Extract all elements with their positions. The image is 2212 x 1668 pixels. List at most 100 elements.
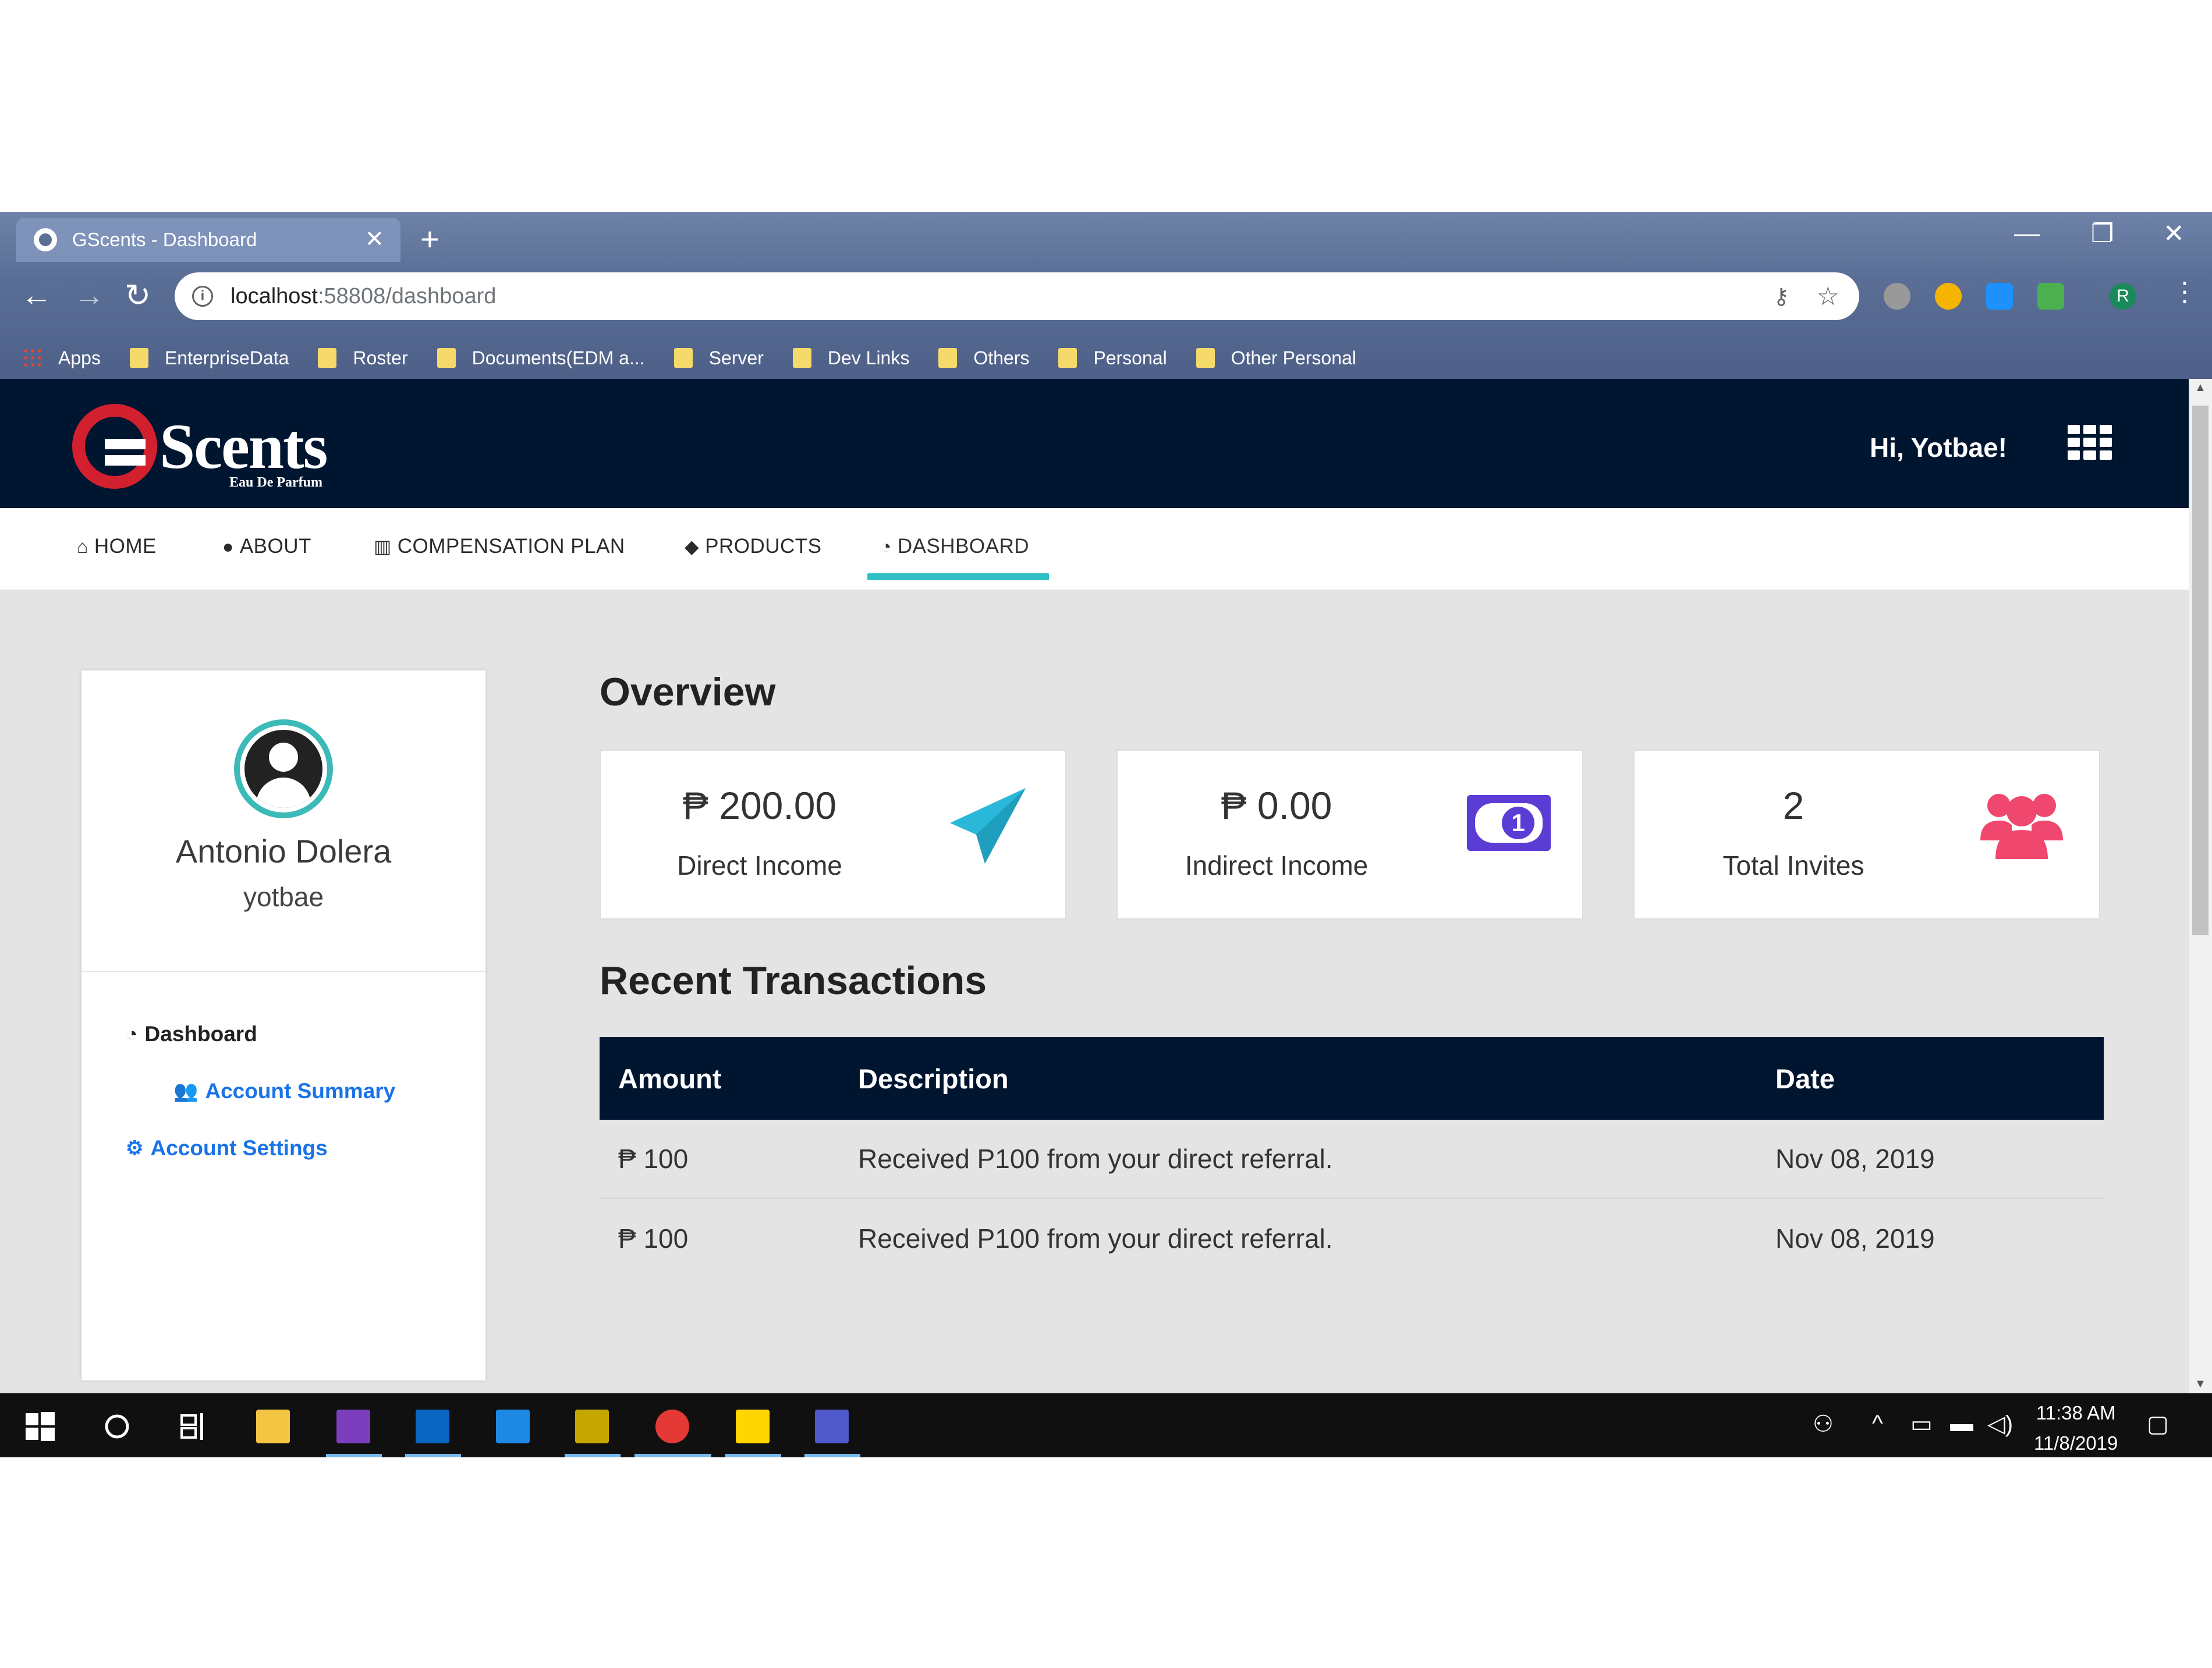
folder-icon	[673, 348, 693, 368]
running-indicator	[634, 1454, 711, 1457]
bookmark-folder[interactable]: Dev Links	[792, 347, 909, 369]
volume-icon[interactable]: ◁)	[1987, 1411, 2013, 1438]
tab-title: GScents - Dashboard	[72, 229, 257, 250]
battery-icon[interactable]: ▬	[1950, 1411, 1973, 1437]
bookmark-star-icon[interactable]: ☆	[1817, 282, 1839, 311]
teams-icon[interactable]	[815, 1410, 849, 1443]
nav-products[interactable]: ◆ PRODUCTS	[685, 535, 822, 558]
browser-tab[interactable]: GScents - Dashboard ✕	[16, 218, 400, 262]
bookmark-folder[interactable]: EnterpriseData	[129, 347, 289, 369]
user-greeting[interactable]: Hi, Yotbae!	[1870, 432, 2007, 463]
stat-value: 2	[1782, 784, 1805, 827]
nav-about[interactable]: ● ABOUT	[222, 535, 311, 558]
sidebar-item-dashboard[interactable]: ◔ Dashboard	[126, 1022, 257, 1046]
address-bar[interactable]: i localhost:58808/dashboard ⚷ ☆	[175, 272, 1859, 320]
show-hidden-icons-chevron-icon[interactable]: ^	[1872, 1411, 1883, 1437]
overview-title: Overview	[600, 670, 776, 714]
minimize-button[interactable]: —	[2014, 219, 2040, 248]
cell-amount: ₱ 100	[618, 1144, 689, 1174]
running-indicator	[804, 1454, 860, 1457]
browser-chrome: GScents - Dashboard ✕ + — ❐ ✕ ← → ↻ i lo…	[0, 212, 2212, 379]
forward-button[interactable]: →	[73, 277, 105, 313]
people-icon[interactable]: ⚇	[1813, 1411, 1834, 1438]
profile-divider	[81, 971, 485, 972]
table-row: ₱ 100 Received P100 from your direct ref…	[600, 1120, 2104, 1199]
dashboard-icon: ◔	[126, 1023, 138, 1045]
site-info-icon[interactable]: i	[192, 286, 213, 307]
reload-button[interactable]: ↻	[125, 277, 151, 314]
bookmark-apps[interactable]: Apps	[22, 347, 101, 369]
home-icon: ⌂	[77, 535, 88, 557]
vscode-icon[interactable]	[496, 1410, 530, 1443]
chrome-menu-icon[interactable]: ⋮	[2171, 276, 2198, 307]
column-header-amount[interactable]: Amount	[618, 1037, 722, 1120]
windows-start-icon[interactable]	[23, 1410, 57, 1443]
folder-icon	[318, 348, 337, 368]
nav-home[interactable]: ⌂ HOME	[77, 535, 157, 558]
sidebar-item-account-settings[interactable]: ⚙ Account Settings	[126, 1136, 328, 1160]
folder-icon	[1196, 348, 1215, 368]
restore-button[interactable]: ❐	[2091, 219, 2114, 249]
site-logo[interactable]: Scents Eau De Parfum	[72, 404, 340, 491]
close-window-button[interactable]: ✕	[2163, 219, 2185, 249]
stat-label: Total Invites	[1722, 850, 1864, 881]
nav-dashboard[interactable]: ◔ DASHBOARD	[880, 535, 1029, 558]
running-indicator	[725, 1454, 781, 1457]
extension-gear-icon[interactable]	[1884, 283, 1910, 310]
profile-avatar-icon	[234, 719, 333, 818]
profile-username: yotbae	[243, 882, 324, 912]
search-icon[interactable]	[100, 1410, 134, 1443]
bookmark-folder[interactable]: Server	[673, 347, 764, 369]
new-tab-button[interactable]: +	[420, 220, 439, 258]
network-icon[interactable]: ▭	[1910, 1411, 1933, 1438]
scroll-down-arrow-icon[interactable]: ▼	[2195, 1378, 2206, 1391]
gear-icon: ⚙	[126, 1137, 144, 1159]
stat-value: ₱ 200.00	[682, 784, 837, 827]
extension-face-icon[interactable]	[1935, 283, 1962, 310]
running-indicator	[405, 1454, 461, 1457]
url-path: :58808/dashboard	[317, 283, 497, 308]
task-view-icon[interactable]	[177, 1410, 211, 1443]
sql-tool-icon[interactable]	[575, 1410, 609, 1443]
users-icon	[1978, 782, 2065, 870]
system-clock[interactable]: 11:38 AM 11/8/2019	[2034, 1398, 2118, 1457]
bookmark-folder[interactable]: Other Personal	[1196, 347, 1356, 369]
cell-description: Received P100 from your direct referral.	[858, 1144, 1333, 1174]
bookmark-folder[interactable]: Roster	[318, 347, 408, 369]
profile-avatar[interactable]: R	[2110, 283, 2136, 310]
cell-date: Nov 08, 2019	[1775, 1223, 1935, 1254]
bookmark-folder[interactable]: Documents(EDM a...	[437, 347, 645, 369]
logo-text: Scents	[159, 411, 328, 482]
paper-plane-icon	[944, 782, 1031, 870]
visual-studio-icon[interactable]	[336, 1410, 370, 1443]
folder-icon	[792, 348, 811, 368]
active-nav-indicator	[867, 573, 1049, 580]
logo-subtitle: Eau De Parfum	[229, 475, 322, 490]
back-button[interactable]: ←	[21, 277, 52, 313]
extension-windows-icon[interactable]	[1986, 283, 2013, 310]
extension-lock-icon[interactable]	[2037, 283, 2064, 310]
nav-compensation-plan[interactable]: ▥ COMPENSATION PLAN	[374, 535, 625, 558]
sticky-notes-icon[interactable]	[736, 1410, 770, 1443]
column-header-description[interactable]: Description	[858, 1037, 1009, 1120]
column-header-date[interactable]: Date	[1775, 1037, 1835, 1120]
close-tab-icon[interactable]: ✕	[364, 226, 384, 253]
clock-date: 11/8/2019	[2034, 1432, 2118, 1454]
stat-card-total-invites: 2 Total Invites	[1633, 750, 2100, 920]
chrome-icon[interactable]	[655, 1410, 689, 1443]
apps-menu-icon[interactable]	[2068, 425, 2112, 460]
sidebar-item-account-summary[interactable]: 👥 Account Summary	[173, 1079, 395, 1103]
cell-amount: ₱ 100	[618, 1223, 689, 1254]
bookmark-folder[interactable]: Others	[938, 347, 1029, 369]
scroll-up-arrow-icon[interactable]: ▲	[2195, 381, 2206, 395]
bar-chart-icon: ▥	[374, 536, 392, 557]
page-scrollbar[interactable]: ▲ ▼	[2189, 379, 2212, 1393]
scrollbar-thumb[interactable]	[2192, 406, 2209, 935]
action-center-icon[interactable]: ▢	[2147, 1411, 2169, 1438]
file-explorer-icon[interactable]	[256, 1410, 290, 1443]
outlook-icon[interactable]	[416, 1410, 449, 1443]
password-key-icon[interactable]: ⚷	[1773, 283, 1789, 310]
bookmark-folder[interactable]: Personal	[1058, 347, 1167, 369]
cell-description: Received P100 from your direct referral.	[858, 1223, 1333, 1254]
running-indicator	[565, 1454, 621, 1457]
